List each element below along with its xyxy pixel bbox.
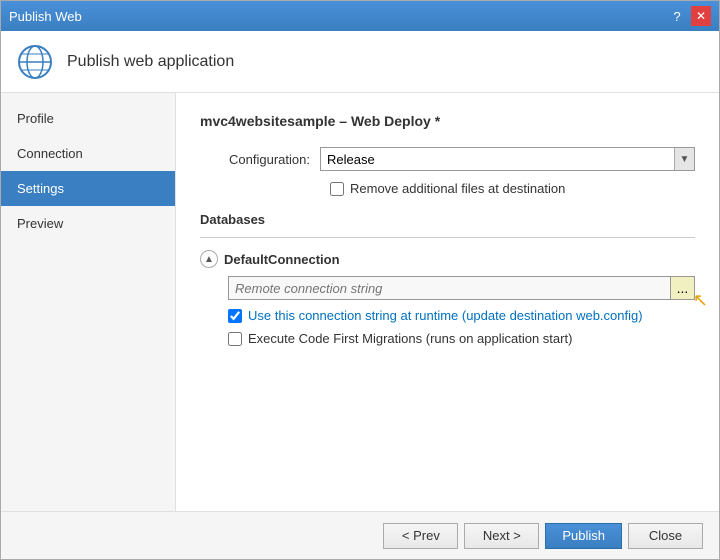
cursor-indicator: ↖ [693, 290, 708, 311]
db-item-body: ... ↖ Use this connection string at runt… [228, 276, 695, 346]
db-item-header: ▲ DefaultConnection [200, 250, 695, 268]
titlebar-buttons: ? ✕ [667, 6, 711, 26]
header-banner: Publish web application [1, 31, 719, 93]
sidebar-item-preview[interactable]: Preview [1, 206, 175, 241]
publish-button[interactable]: Publish [545, 523, 622, 549]
close-footer-button[interactable]: Close [628, 523, 703, 549]
section-divider-line [200, 237, 695, 238]
databases-section: Databases [200, 212, 695, 238]
sidebar: Profile Connection Settings Preview [1, 93, 176, 511]
sidebar-item-connection[interactable]: Connection [1, 136, 175, 171]
main-content: mvc4websitesample – Web Deploy * Configu… [176, 93, 719, 511]
configuration-label: Configuration: [200, 152, 320, 167]
db-collapse-button[interactable]: ▲ [200, 250, 218, 268]
configuration-select[interactable]: Release ▼ [320, 147, 695, 171]
connection-string-row: ... ↖ [228, 276, 695, 300]
dialog-body: Profile Connection Settings Preview mvc4… [1, 93, 719, 511]
configuration-row: Configuration: Release ▼ [200, 147, 695, 171]
remove-files-row: Remove additional files at destination [330, 181, 695, 196]
execute-migrations-row: Execute Code First Migrations (runs on a… [228, 331, 695, 346]
db-item-name: DefaultConnection [224, 252, 340, 267]
globe-icon [17, 44, 53, 80]
titlebar: Publish Web ? ✕ [1, 1, 719, 31]
page-title: mvc4websitesample – Web Deploy * [200, 113, 695, 129]
db-button-icon: ... [677, 280, 689, 296]
footer: < Prev Next > Publish Close [1, 511, 719, 559]
prev-button[interactable]: < Prev [383, 523, 458, 549]
databases-title: Databases [200, 212, 695, 227]
connection-string-input[interactable] [228, 276, 671, 300]
use-connection-string-row: Use this connection string at runtime (u… [228, 308, 695, 323]
help-button[interactable]: ? [667, 6, 687, 26]
use-connection-string-label: Use this connection string at runtime (u… [248, 308, 643, 323]
remove-files-checkbox[interactable] [330, 182, 344, 196]
execute-migrations-checkbox[interactable] [228, 332, 242, 346]
publish-web-dialog: Publish Web ? ✕ Publish web application … [0, 0, 720, 560]
configuration-value: Release [327, 152, 375, 167]
sidebar-item-profile[interactable]: Profile [1, 101, 175, 136]
connection-string-button[interactable]: ... ↖ [671, 276, 695, 300]
next-button[interactable]: Next > [464, 523, 539, 549]
window-title: Publish Web [9, 9, 82, 24]
close-button[interactable]: ✕ [691, 6, 711, 26]
header-title: Publish web application [67, 53, 234, 71]
sidebar-item-settings[interactable]: Settings [1, 171, 175, 206]
execute-migrations-label: Execute Code First Migrations (runs on a… [248, 331, 572, 346]
configuration-select-arrow: ▼ [674, 148, 694, 170]
remove-files-label: Remove additional files at destination [350, 181, 565, 196]
db-section: ▲ DefaultConnection ... ↖ [200, 250, 695, 346]
use-connection-string-checkbox[interactable] [228, 309, 242, 323]
